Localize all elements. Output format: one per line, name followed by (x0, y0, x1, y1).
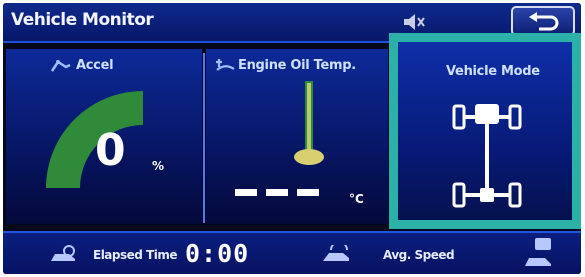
speaker-mute-icon[interactable] (401, 12, 427, 32)
panel-divider (203, 53, 205, 223)
oil-temp-unit: °C (349, 192, 364, 206)
back-arrow-icon (529, 12, 559, 31)
drivetrain-4wd-icon (452, 104, 522, 208)
vehicle-monitor-screen: Vehicle Monitor Accel 0 % Engine Oil Tem… (3, 3, 581, 274)
speed-unit-icon[interactable] (521, 236, 557, 272)
back-button[interactable] (511, 6, 575, 36)
accel-unit: % (152, 159, 165, 173)
trip-info-bar: Elapsed Time 0:00 Avg. Speed (3, 231, 581, 274)
avg-speed-label: Avg. Speed (383, 248, 455, 262)
elapsed-time-value: 0:00 (185, 239, 250, 268)
accel-label: Accel (76, 58, 114, 73)
accel-value: 0 (95, 125, 126, 176)
page-title: Vehicle Monitor (11, 10, 154, 30)
car-speed-icon (323, 245, 349, 261)
oil-temp-label: Engine Oil Temp. (238, 58, 356, 73)
oil-temp-gauge (294, 81, 324, 165)
accelerator-pedal-icon (50, 60, 71, 72)
car-clock-icon (51, 245, 75, 261)
vehicle-mode-label: Vehicle Mode (446, 64, 540, 79)
vehicle-mode-panel[interactable]: Vehicle Mode (389, 33, 581, 229)
oil-temperature-icon (216, 59, 235, 71)
oil-temp-value (235, 189, 321, 197)
elapsed-time-label: Elapsed Time (93, 248, 178, 262)
